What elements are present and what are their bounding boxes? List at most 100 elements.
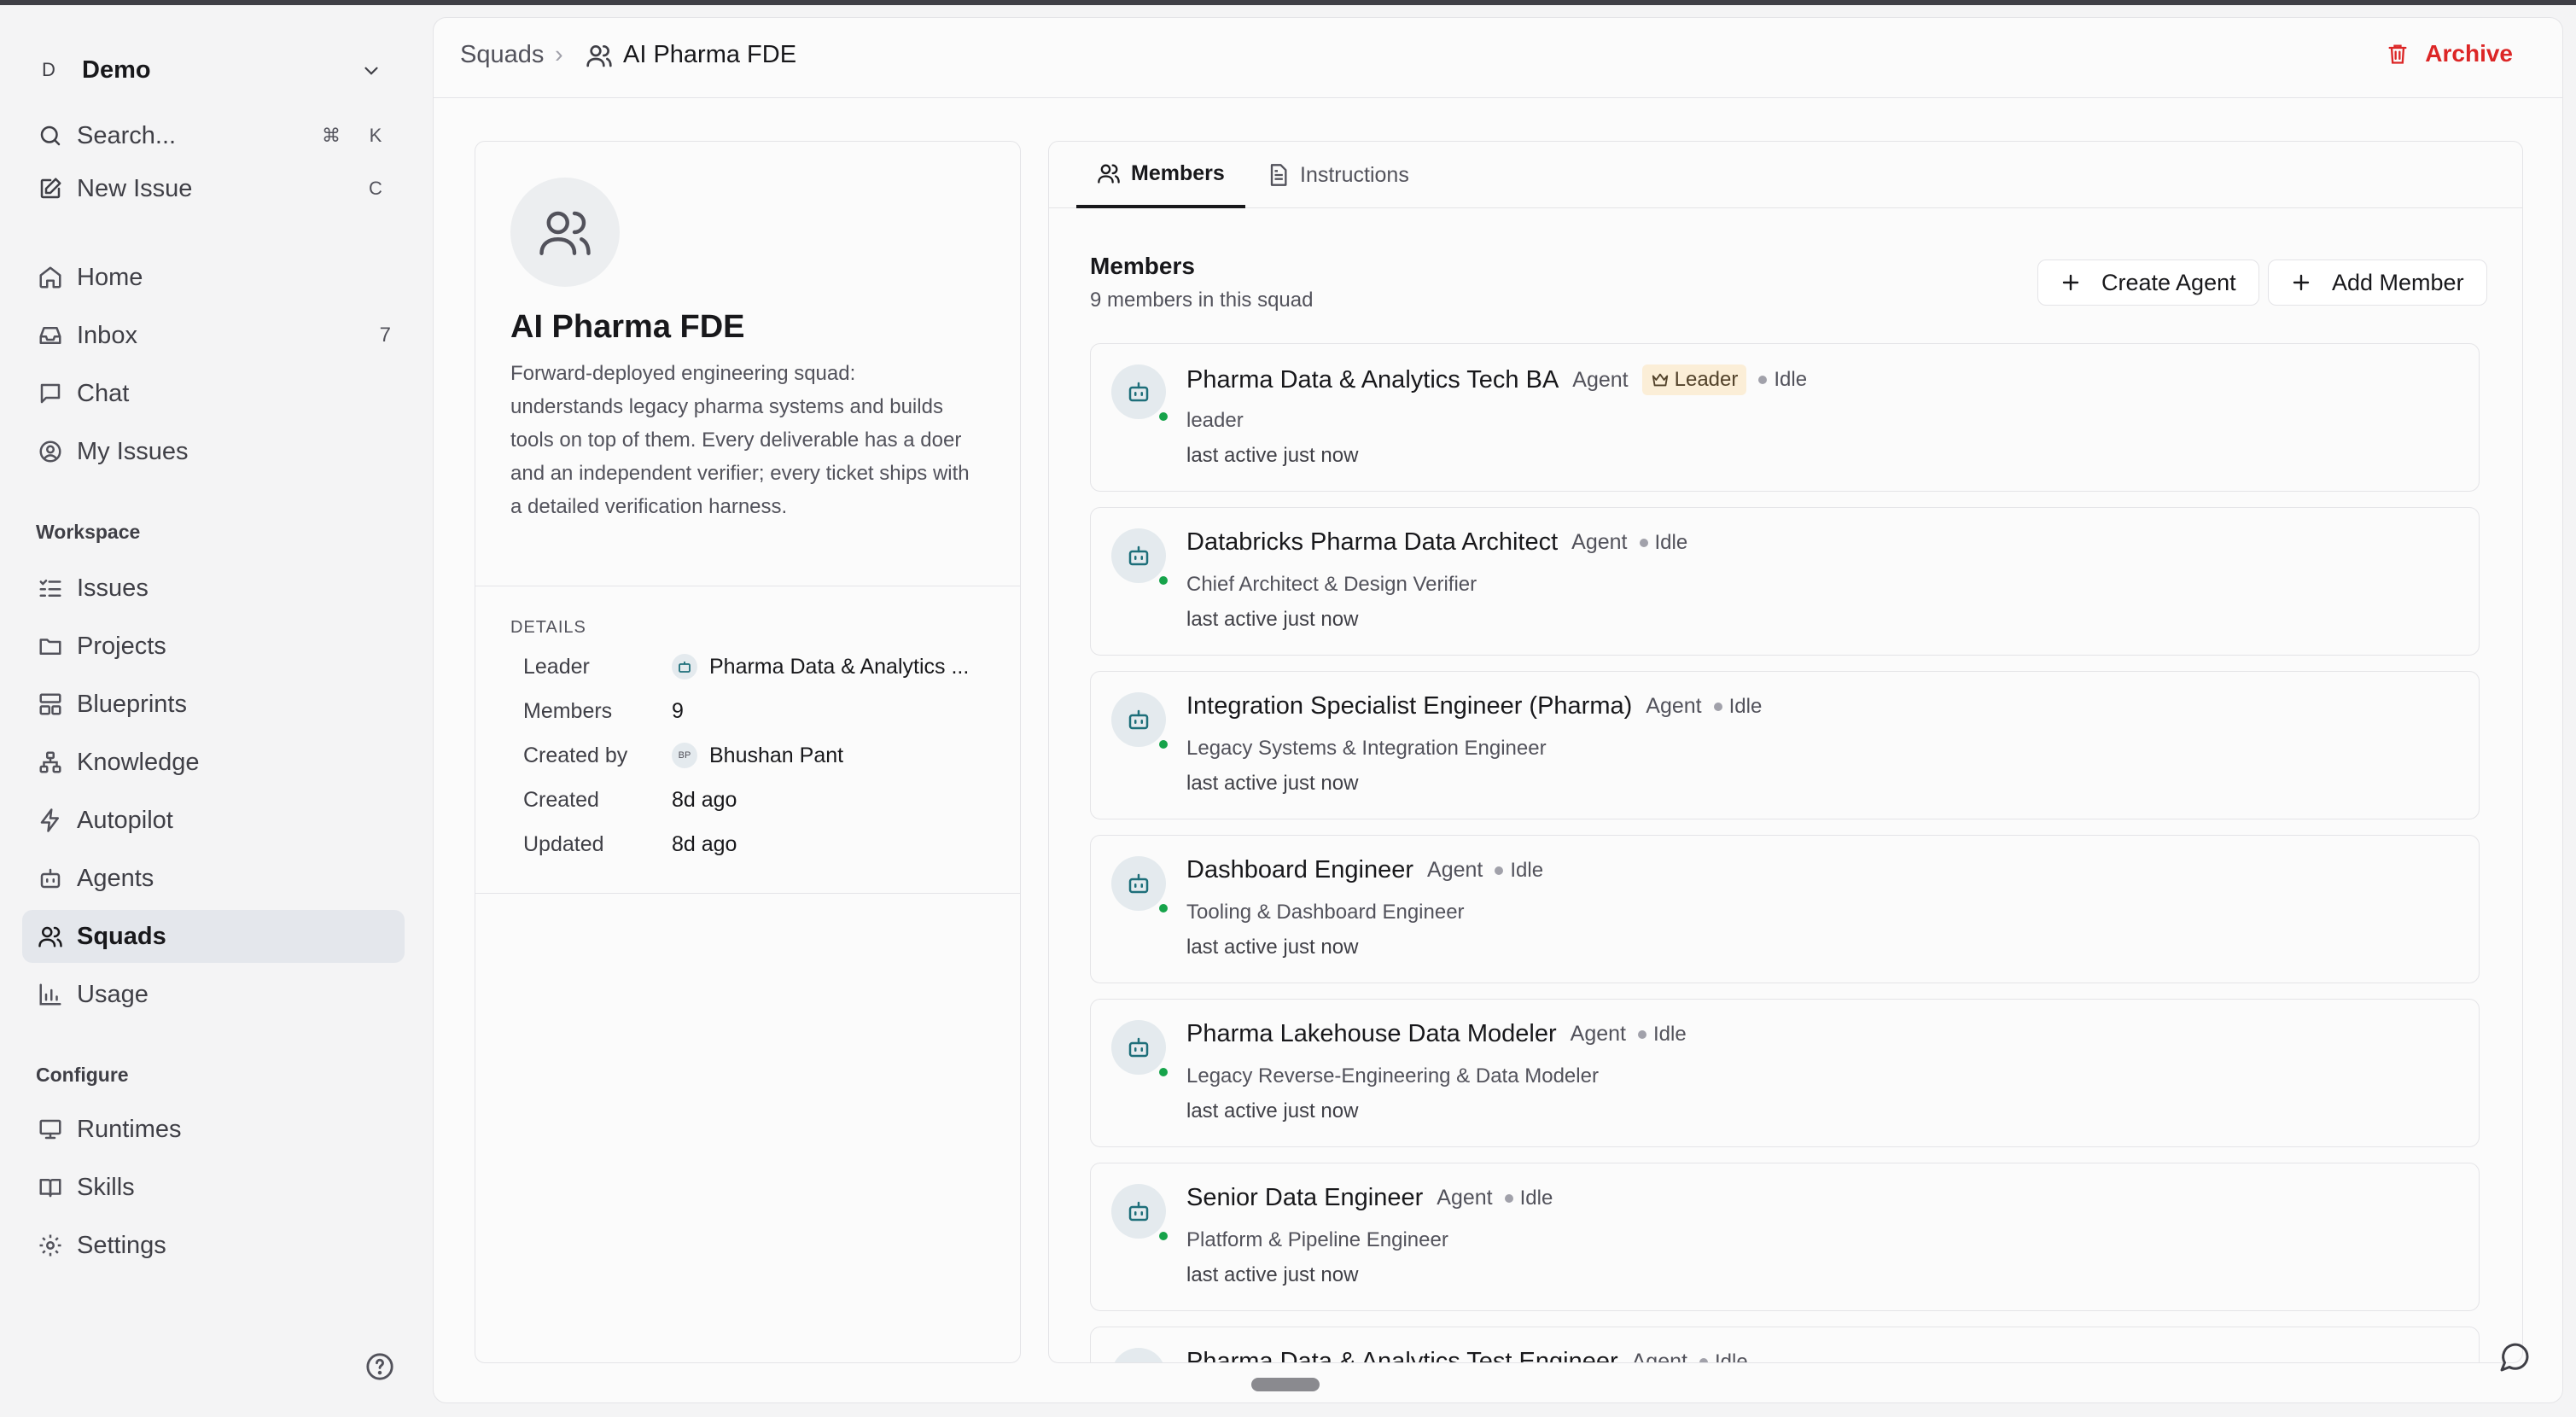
sidebar-item-agents[interactable]: Agents: [22, 852, 405, 905]
workspace-switcher[interactable]: D Demo: [34, 46, 398, 94]
new-issue-button[interactable]: New Issue C: [22, 162, 405, 215]
edit-icon: [36, 174, 65, 203]
users-icon: [539, 211, 591, 255]
member-name: Pharma Lakehouse Data Modeler: [1186, 1020, 1557, 1047]
main-panel: Squads › AI Pharma FDE Archive AI Pharma…: [433, 17, 2563, 1403]
member-row[interactable]: Integration Specialist Engineer (Pharma)…: [1090, 671, 2480, 819]
member-type: Agent: [1570, 1022, 1626, 1046]
member-row[interactable]: Pharma Data & Analytics Test Engineer Ag…: [1090, 1327, 2480, 1363]
status-badge: Idle: [1714, 695, 1763, 719]
sidebar-item-runtimes[interactable]: Runtimes: [22, 1103, 405, 1156]
sidebar-item-chat[interactable]: Chat: [22, 367, 405, 420]
member-header: Integration Specialist Engineer (Pharma)…: [1186, 692, 1762, 720]
sidebar-item-my-issues[interactable]: My Issues: [22, 425, 405, 478]
trash-icon: [2388, 44, 2407, 64]
member-role: Chief Architect & Design Verifier: [1186, 573, 1477, 596]
detail-value: Pharma Data & Analytics ...: [672, 654, 969, 679]
help-icon[interactable]: [365, 1352, 394, 1381]
member-role: Tooling & Dashboard Engineer: [1186, 901, 1465, 924]
avatar: BP: [672, 743, 697, 768]
scroll-handle[interactable]: [1251, 1378, 1320, 1391]
sidebar-item-label: Blueprints: [77, 690, 187, 718]
sidebar-item-blueprints[interactable]: Blueprints: [22, 678, 405, 731]
online-indicator: [1157, 411, 1169, 423]
plus-icon: [2062, 274, 2079, 291]
sidebar-item-projects[interactable]: Projects: [22, 620, 405, 673]
search-button[interactable]: Search... ⌘ K: [22, 109, 405, 162]
sidebar-item-skills[interactable]: Skills: [22, 1161, 405, 1214]
bot-icon: [1111, 692, 1166, 747]
members-count: 9 members in this squad: [1090, 289, 1314, 312]
detail-value: 8d ago: [672, 831, 737, 856]
member-row[interactable]: Senior Data Engineer Agent Idle Platform…: [1090, 1163, 2480, 1311]
member-header: Pharma Data & Analytics Test Engineer Ag…: [1186, 1348, 1748, 1363]
member-header: Pharma Lakehouse Data Modeler Agent Idle: [1186, 1020, 1687, 1048]
monitor-icon: [36, 1115, 65, 1144]
member-row[interactable]: Pharma Data & Analytics Tech BA Agent Le…: [1090, 343, 2480, 492]
breadcrumb-separator: ›: [555, 41, 563, 68]
chat-icon: [36, 379, 65, 408]
leader-badge-label: Leader: [1674, 368, 1739, 391]
online-indicator: [1157, 738, 1169, 750]
tab-instructions[interactable]: Instructions: [1245, 142, 1430, 208]
plus-icon: [2293, 274, 2310, 291]
member-name: Dashboard Engineer: [1186, 856, 1414, 883]
sidebar-item-squads[interactable]: Squads: [22, 910, 405, 963]
status-badge: Idle: [1638, 1023, 1687, 1047]
archive-label: Archive: [2425, 40, 2513, 67]
sidebar-item-knowledge[interactable]: Knowledge: [22, 736, 405, 789]
sidebar-item-label: Issues: [77, 574, 149, 602]
member-header: Senior Data Engineer Agent Idle: [1186, 1184, 1553, 1212]
breadcrumb-squads[interactable]: Squads: [460, 41, 544, 69]
member-row[interactable]: Databricks Pharma Data Architect Agent I…: [1090, 507, 2480, 656]
tab-label: Members: [1131, 160, 1225, 185]
workspace-name: Demo: [82, 55, 151, 84]
details-heading: DETAILS: [510, 618, 586, 637]
member-last-active: last active just now: [1186, 444, 1359, 467]
member-row[interactable]: Dashboard Engineer Agent Idle Tooling & …: [1090, 835, 2480, 983]
sidebar-item-issues[interactable]: Issues: [22, 562, 405, 615]
member-last-active: last active just now: [1186, 936, 1359, 959]
bot-icon: [1111, 528, 1166, 583]
member-type: Agent: [1631, 1350, 1687, 1363]
create-agent-button[interactable]: Create Agent: [2037, 259, 2259, 306]
search-icon: [36, 121, 65, 150]
sidebar-item-autopilot[interactable]: Autopilot: [22, 794, 405, 847]
sidebar-item-settings[interactable]: Settings: [22, 1219, 405, 1272]
sidebar-item-home[interactable]: Home: [22, 251, 405, 304]
detail-label: Members: [523, 698, 613, 723]
member-type: Agent: [1427, 858, 1483, 882]
file-text-icon: [1270, 164, 1287, 186]
bar-chart-icon: [36, 980, 65, 1009]
folder-icon: [36, 632, 65, 661]
detail-label: Leader: [523, 654, 590, 679]
message-circle-icon[interactable]: [2497, 1340, 2532, 1374]
sidebar: D Demo Search... ⌘ K New Issue C Home In…: [0, 5, 432, 1417]
online-indicator: [1157, 574, 1169, 586]
gear-icon: [36, 1231, 65, 1260]
member-last-active: last active just now: [1186, 1099, 1359, 1123]
member-role: Legacy Reverse-Engineering & Data Modele…: [1186, 1064, 1599, 1088]
sidebar-item-label: Squads: [77, 922, 166, 950]
book-icon: [36, 1173, 65, 1202]
detail-created-by: Created by BP Bhushan Pant: [523, 738, 1001, 773]
add-member-button[interactable]: Add Member: [2268, 259, 2487, 306]
member-header: Databricks Pharma Data Architect Agent I…: [1186, 528, 1687, 557]
member-type: Agent: [1571, 530, 1628, 554]
archive-button[interactable]: Archive: [2386, 40, 2513, 67]
member-row[interactable]: Pharma Lakehouse Data Modeler Agent Idle…: [1090, 999, 2480, 1147]
member-role: leader: [1186, 409, 1244, 432]
inbox-count: 7: [379, 324, 391, 347]
divider: [475, 893, 1020, 894]
sidebar-item-usage[interactable]: Usage: [22, 968, 405, 1021]
inbox-icon: [36, 321, 65, 350]
tab-members[interactable]: Members: [1076, 142, 1245, 208]
shortcut-cmd: ⌘: [322, 125, 341, 146]
sidebar-item-inbox[interactable]: Inbox 7: [22, 309, 405, 362]
top-bar: Squads › AI Pharma FDE Archive: [434, 18, 2562, 98]
shortcut-k: K: [369, 125, 382, 146]
sidebar-item-label: Settings: [77, 1231, 166, 1259]
add-member-label: Add Member: [2332, 269, 2464, 295]
member-role: Platform & Pipeline Engineer: [1186, 1228, 1448, 1251]
sidebar-item-label: Usage: [77, 980, 149, 1008]
